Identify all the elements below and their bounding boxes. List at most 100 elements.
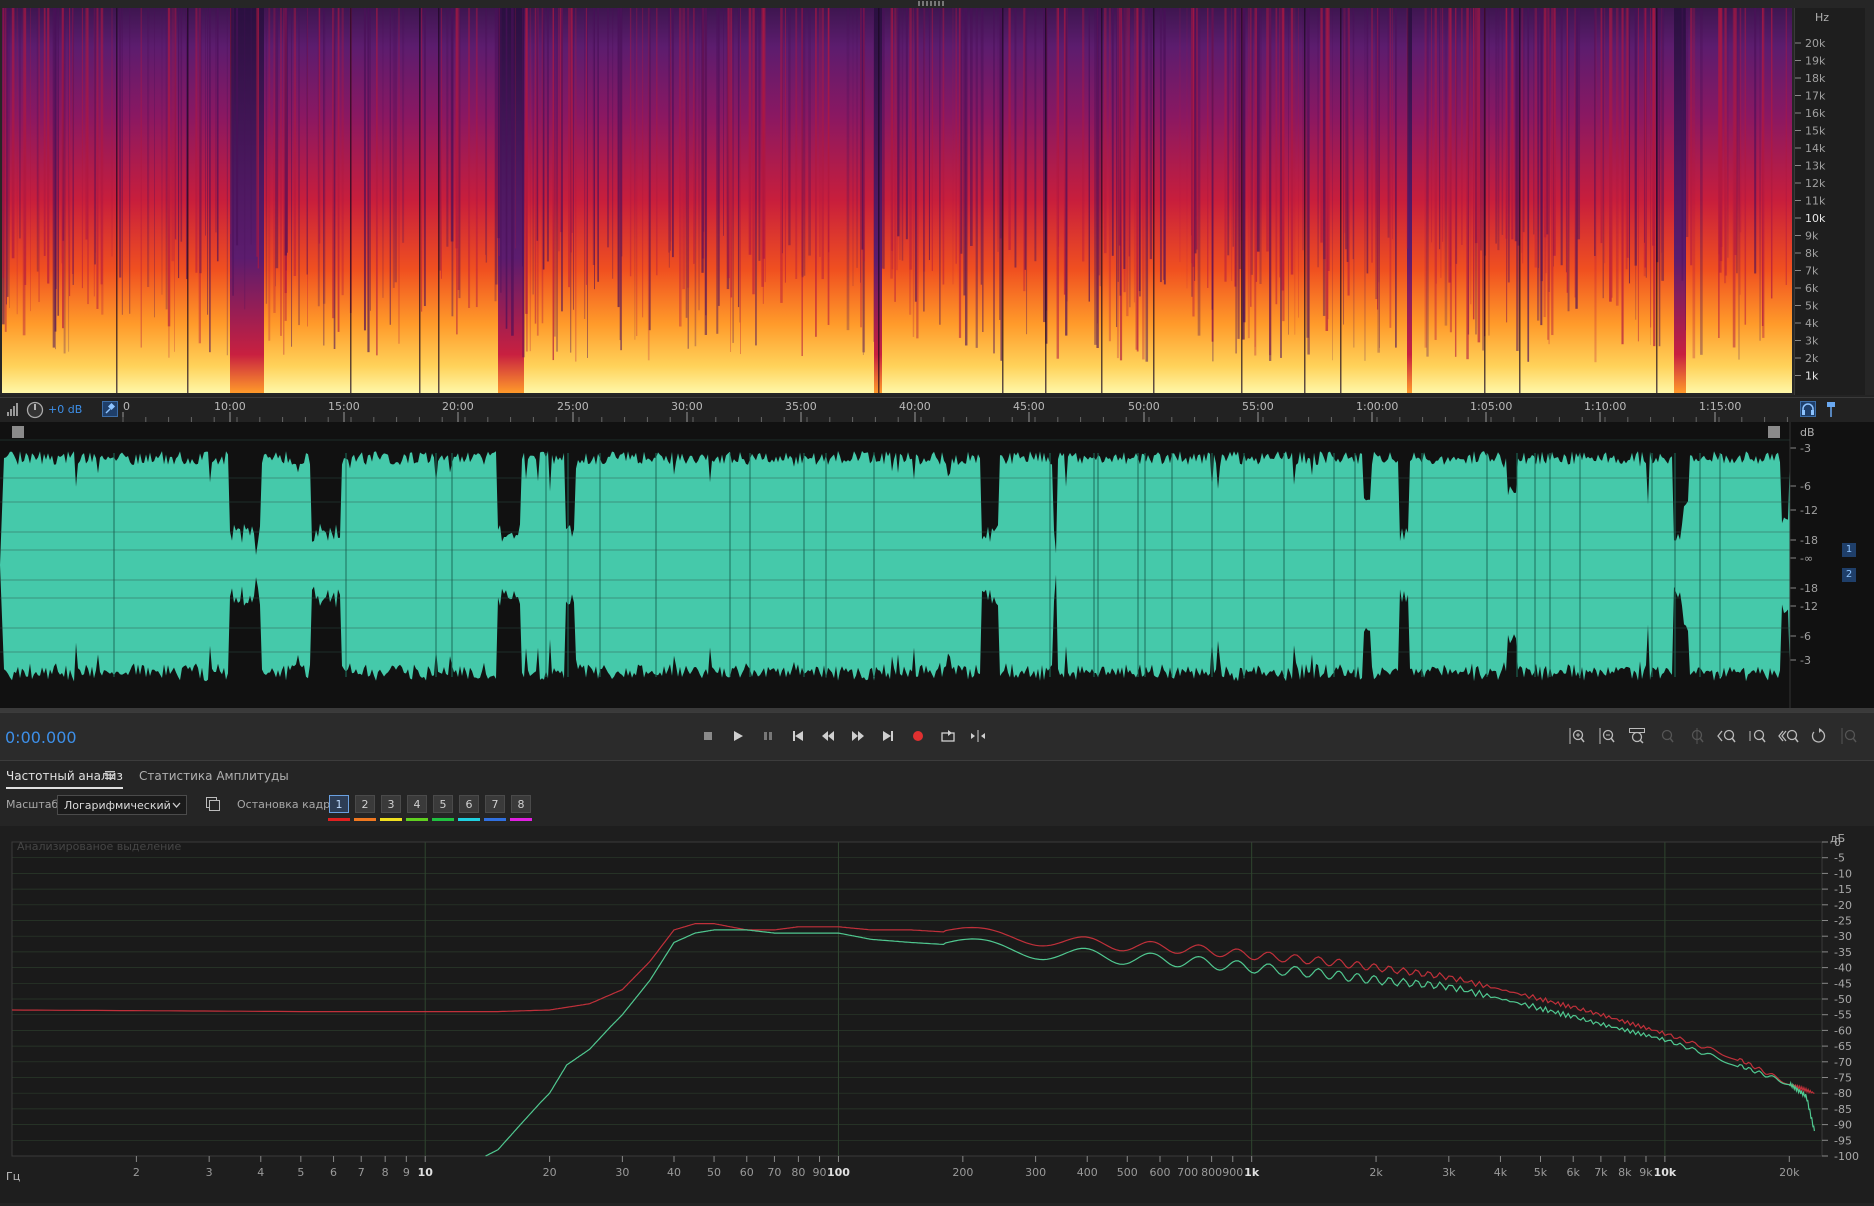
marker-pin-icon[interactable] xyxy=(1824,401,1838,417)
spectrogram-streak xyxy=(1601,8,1603,243)
analysis-watermark: Анализированое выделение xyxy=(17,840,181,853)
fade-in-handle[interactable] xyxy=(12,426,24,438)
spectrogram-streak xyxy=(1523,8,1525,232)
spectrogram-streak xyxy=(1728,8,1729,258)
x-tick-label: 30 xyxy=(615,1166,629,1179)
spectrogram-streak xyxy=(1686,8,1688,237)
spectrogram-streak xyxy=(910,8,913,270)
zoom-in-left-icon[interactable] xyxy=(1716,725,1738,747)
spectrogram-streak xyxy=(451,8,454,241)
spectrogram-streak xyxy=(166,8,168,309)
time-ruler-bar[interactable]: +0 dB 010:0015:0020:0025:0030:0035:0040:… xyxy=(0,397,1874,422)
current-time-display[interactable]: 0:00.000 xyxy=(5,728,77,747)
skip-selection-button[interactable] xyxy=(967,725,989,747)
freeze-frame-button-1[interactable]: 1 xyxy=(329,795,349,813)
freeze-frame-button-8[interactable]: 8 xyxy=(511,795,531,813)
pause-button[interactable] xyxy=(757,725,779,747)
stop-button[interactable] xyxy=(697,725,719,747)
spectrogram-streak xyxy=(390,8,391,325)
spectrogram-streak xyxy=(64,8,66,353)
gain-knob-icon[interactable] xyxy=(26,401,44,422)
spectrogram-streak xyxy=(181,8,183,242)
spectrogram-streak xyxy=(861,8,863,250)
zoom-out-full-icon[interactable] xyxy=(1778,725,1800,747)
fast-forward-button[interactable] xyxy=(847,725,869,747)
spectrogram-streak xyxy=(1392,8,1393,239)
spectrogram-streak xyxy=(68,8,69,352)
waveform-panel[interactable]: -3-6-12-18-∞-18-12-6-3dB 1 2 xyxy=(0,422,1874,708)
play-button[interactable] xyxy=(727,725,749,747)
freeze-frame-button-7[interactable]: 7 xyxy=(485,795,505,813)
channel-2-button[interactable]: 2 xyxy=(1842,568,1856,582)
spectrogram-streak xyxy=(1137,8,1139,351)
spectrogram-streak xyxy=(1353,8,1354,348)
loop-button[interactable] xyxy=(937,725,959,747)
spectrogram-streak xyxy=(199,8,201,273)
spectrogram-streak xyxy=(1118,8,1119,282)
zoom-selection-icon[interactable] xyxy=(1656,725,1678,747)
freeze-frame-color-6 xyxy=(458,818,480,821)
spectrogram-streak xyxy=(141,8,142,348)
freeze-frame-button-2[interactable]: 2 xyxy=(355,795,375,813)
previous-button[interactable] xyxy=(787,725,809,747)
spectral-display[interactable] xyxy=(2,8,1792,393)
spectrogram-streak xyxy=(2,8,4,278)
freeze-frame-button-5[interactable]: 5 xyxy=(433,795,453,813)
spectrogram-streak xyxy=(561,8,563,311)
record-button[interactable] xyxy=(907,725,929,747)
spectrogram-streak xyxy=(1426,8,1428,357)
zoom-time-icon[interactable] xyxy=(1838,725,1860,747)
panel-menu-icon[interactable] xyxy=(105,770,115,783)
spectrogram-streak xyxy=(1327,8,1329,271)
spectrogram-streak xyxy=(1553,8,1554,267)
spectrogram-streak xyxy=(1057,8,1059,359)
spectrogram-streak xyxy=(1724,8,1726,283)
x-tick-label: 8 xyxy=(382,1166,389,1179)
panel-resize-grip[interactable] xyxy=(918,1,946,6)
freeze-frame-color-1 xyxy=(328,818,350,821)
time-tick-label: 1:00:00 xyxy=(1356,400,1398,413)
spectrogram-streak xyxy=(522,8,523,266)
rewind-button[interactable] xyxy=(817,725,839,747)
spectrogram-gap xyxy=(1002,8,1004,393)
spectrogram-streak xyxy=(1567,8,1568,293)
spectrogram-streak xyxy=(338,8,340,332)
freeze-frame-button-6[interactable]: 6 xyxy=(459,795,479,813)
freeze-frame-button-4[interactable]: 4 xyxy=(407,795,427,813)
spectrogram-streak xyxy=(421,8,422,312)
spectrogram-streak xyxy=(1480,8,1482,250)
spectrogram-streak xyxy=(1134,8,1135,302)
frequency-analysis-chart[interactable]: Гц23456789102030405060708090100200300400… xyxy=(0,826,1874,1203)
spectrogram-streak xyxy=(459,8,461,298)
spectrogram-streak xyxy=(1126,8,1128,316)
zoom-playhead-icon[interactable] xyxy=(1686,725,1708,747)
spectrogram-streak xyxy=(342,8,344,295)
tab-amplitude-statistics[interactable]: Статистика Амплитуды xyxy=(139,769,289,783)
zoom-in-amplitude-icon[interactable] xyxy=(1566,725,1588,747)
zoom-full-icon[interactable] xyxy=(1626,725,1648,747)
freeze-frame-button-3[interactable]: 3 xyxy=(381,795,401,813)
spectrogram-streak xyxy=(1343,8,1345,233)
zoom-reset-icon[interactable] xyxy=(1808,725,1830,747)
headphones-icon[interactable] xyxy=(1800,401,1816,417)
spectrogram-streak xyxy=(7,8,9,297)
spectrogram-streak xyxy=(1109,8,1111,341)
x-tick-label: 4k xyxy=(1494,1166,1508,1179)
copy-icon[interactable] xyxy=(206,797,220,814)
spectrogram-streak xyxy=(1720,8,1722,247)
time-tick-label: 35:00 xyxy=(785,400,817,413)
levels-icon[interactable] xyxy=(6,403,20,416)
fade-out-handle[interactable] xyxy=(1768,426,1780,438)
spectrogram-streak xyxy=(285,8,287,256)
zoom-out-amplitude-icon[interactable] xyxy=(1596,725,1618,747)
hz-tick-label: 11k xyxy=(1805,195,1826,208)
scale-select[interactable]: Логарифмический xyxy=(57,795,187,815)
pin-icon[interactable] xyxy=(102,401,118,417)
channel-1-button[interactable]: 1 xyxy=(1842,543,1856,557)
spectrogram-streak xyxy=(370,8,371,311)
next-button[interactable] xyxy=(877,725,899,747)
zoom-in-right-icon[interactable] xyxy=(1748,725,1770,747)
spectrogram-streak xyxy=(642,8,643,317)
spectrogram-streak xyxy=(682,8,685,289)
gain-value[interactable]: +0 dB xyxy=(48,403,82,416)
